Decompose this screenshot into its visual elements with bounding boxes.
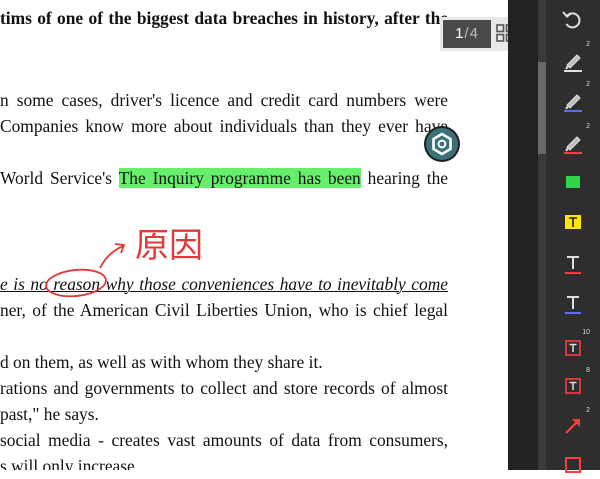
highlighted-text[interactable]: The Inquiry programme has been — [118, 168, 361, 188]
pen-icon — [564, 94, 582, 112]
undo-icon — [562, 11, 581, 29]
hexagon-settings-icon — [426, 128, 458, 160]
pen-icon — [564, 136, 582, 154]
tool-badge: 2 — [586, 81, 590, 88]
tool-badge: 10 — [582, 329, 590, 336]
rectangle-icon — [565, 457, 581, 473]
tool-pen-2[interactable]: 2 — [558, 81, 590, 115]
doc-line-3: Companies know more about individuals th… — [0, 116, 448, 136]
doc-line-11: s will only increase — [0, 456, 135, 470]
doc-line-1: tims of one of the biggest data breaches… — [0, 8, 448, 28]
tool-textbox-10[interactable]: 10 — [558, 329, 590, 363]
ink-arrow-head — [114, 243, 126, 254]
tool-textbox-8[interactable]: 8 — [558, 367, 590, 401]
tool-underline-blue[interactable] — [558, 289, 588, 319]
doc-line-4-pre: World Service's — [0, 168, 119, 188]
doc-line-4: World Service's The Inquiry programme ha… — [0, 168, 448, 188]
ink-note-text: 原因 — [135, 226, 203, 266]
tool-highlighter-green[interactable] — [558, 167, 588, 197]
tool-underline-red[interactable] — [558, 249, 588, 279]
tool-undo[interactable] — [558, 5, 588, 35]
ink-arrow-line — [99, 245, 124, 269]
scrollbar-thumb[interactable] — [538, 62, 546, 154]
tool-pen-3[interactable]: 2 — [558, 123, 590, 157]
page-current: 1 — [455, 25, 465, 42]
pen-icon — [564, 54, 582, 72]
floating-settings-button[interactable] — [424, 126, 460, 162]
text-box-icon — [565, 340, 581, 356]
highlight-box-icon — [566, 176, 580, 188]
page-total: 4 — [469, 25, 479, 42]
text-box-icon — [565, 378, 581, 394]
tool-text-highlight-yellow[interactable] — [558, 207, 588, 237]
tool-arrow[interactable]: 2 — [558, 407, 590, 441]
doc-line-2: n some cases, driver's licence and credi… — [0, 90, 448, 110]
annotation-tools-panel: 2 2 2 10 8 2 — [546, 0, 600, 473]
toolbar-divider — [508, 0, 538, 470]
page-indicator[interactable]: 1/4 — [443, 20, 491, 48]
ink-annotation-layer: 原因 — [45, 226, 203, 298]
doc-line-8: rations and governments to collect and s… — [0, 378, 448, 398]
doc-line-7: d on them, as well as with whom they sha… — [0, 352, 323, 372]
doc-line-4-post: hearing the — [360, 168, 448, 188]
doc-line-10: social media - creates vast amounts of d… — [0, 430, 448, 450]
doc-line-5-underlined: e is no reason why those conveniences ha… — [0, 274, 448, 294]
underline-text-icon — [565, 256, 581, 274]
document-page[interactable]: tims of one of the biggest data breaches… — [0, 0, 508, 470]
doc-line-9: past," he says. — [0, 404, 99, 424]
underline-text-icon — [565, 296, 581, 314]
tool-badge: 2 — [586, 41, 590, 48]
tool-badge: 8 — [586, 367, 590, 374]
tool-badge: 2 — [586, 407, 590, 414]
doc-line-6: ner, of the American Civil Liberties Uni… — [0, 300, 448, 320]
tool-badge: 2 — [586, 123, 590, 130]
tool-pen-1[interactable]: 2 — [558, 41, 590, 75]
text-highlight-icon — [565, 215, 581, 229]
arrow-icon — [565, 419, 580, 434]
tool-rectangle[interactable] — [558, 449, 588, 479]
